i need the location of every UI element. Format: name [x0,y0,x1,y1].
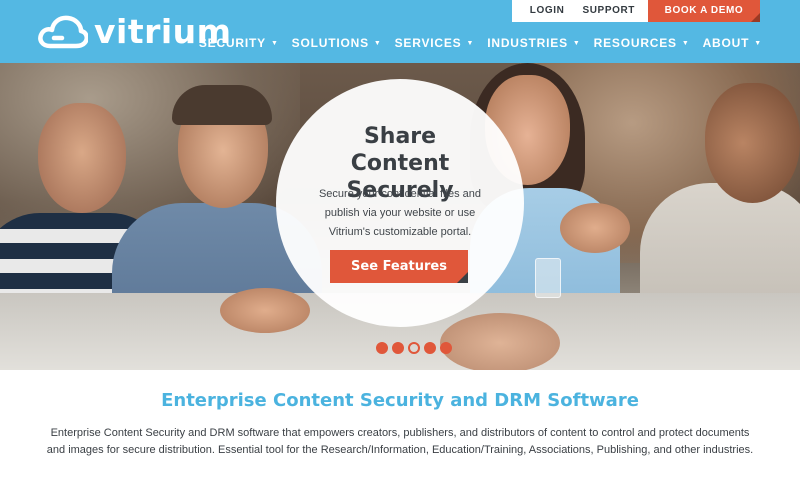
hero-callout: Share Content Securely Secure your confi… [276,79,524,327]
carousel-dot-3[interactable] [408,342,420,354]
nav-security[interactable]: SECURITY ▼ [199,36,279,50]
hero-text: Secure your confidential files and publi… [318,188,482,238]
nav-resources[interactable]: RESOURCES ▼ [594,36,690,50]
nav-about[interactable]: ABOUT ▼ [703,36,762,50]
nav-label: INDUSTRIES [487,36,568,50]
chevron-down-icon: ▼ [572,40,581,47]
hero-banner: Share Content Securely Secure your confi… [0,63,800,370]
hero-photo-hand [560,203,630,253]
nav-label: ABOUT [702,36,750,50]
support-link[interactable]: SUPPORT [573,0,648,22]
hero-photo-hand [440,313,560,370]
main-nav: SECURITY ▼ SOLUTIONS ▼ SERVICES ▼ INDUST… [186,36,762,50]
carousel-dot-2[interactable] [392,342,404,354]
utility-nav: LOGIN SUPPORT BOOK A DEMO [511,0,760,22]
chevron-down-icon: ▼ [373,40,382,47]
carousel-dot-4[interactable] [424,342,436,354]
nav-label: RESOURCES [593,36,677,50]
login-link[interactable]: LOGIN [511,0,574,22]
cloud-logo-icon [38,15,88,49]
carousel-dot-5[interactable] [440,342,452,354]
hero-photo-glass [535,258,561,298]
see-features-button[interactable]: See Features [330,250,468,283]
chevron-down-icon: ▼ [681,40,690,47]
nav-industries[interactable]: INDUSTRIES ▼ [487,36,580,50]
nav-label: SERVICES [394,36,462,50]
intro-text: Enterprise Content Security and DRM soft… [46,427,754,456]
hero-photo-person [705,83,800,203]
nav-services[interactable]: SERVICES ▼ [395,36,475,50]
carousel-dot-1[interactable] [376,342,388,354]
chevron-down-icon: ▼ [270,40,279,47]
site-header: vitrium LOGIN SUPPORT BOOK A DEMO SECURI… [0,0,800,63]
hero-photo-person [172,85,272,125]
hero-photo-hand [220,288,310,333]
hero-photo-person [38,103,126,213]
chevron-down-icon: ▼ [466,40,475,47]
nav-label: SOLUTIONS [291,36,369,50]
intro-title: Enterprise Content Security and DRM Soft… [161,390,639,411]
carousel-dots [376,342,456,354]
chevron-down-icon: ▼ [754,40,762,47]
book-demo-button[interactable]: BOOK A DEMO [648,0,760,22]
nav-label: SECURITY [198,36,266,50]
nav-solutions[interactable]: SOLUTIONS ▼ [292,36,382,50]
